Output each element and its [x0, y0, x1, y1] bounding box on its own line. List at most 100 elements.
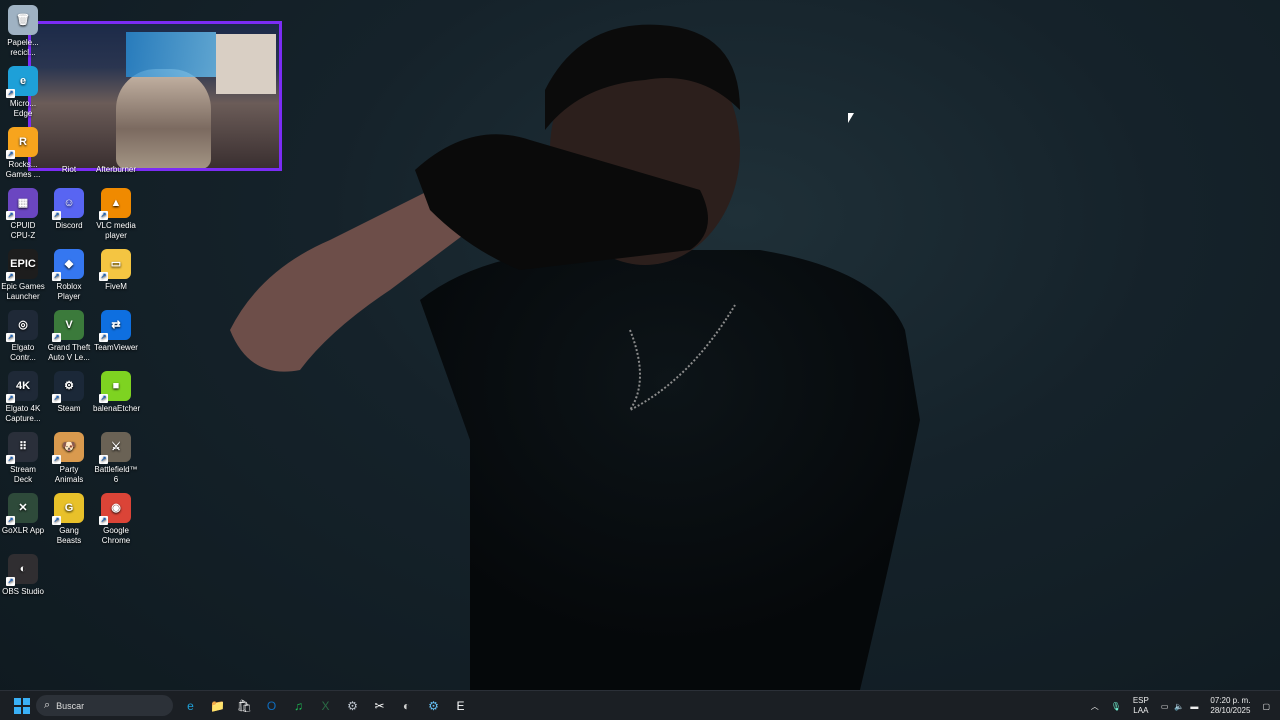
desktop-icon-label: Elgato Contr... — [10, 343, 36, 362]
chrome-icon: ◉ ↗ — [99, 493, 131, 525]
desktop-icon-label: Discord — [55, 221, 83, 230]
shortcut-arrow-icon: ↗ — [6, 577, 15, 586]
desktop-icon-cpu[interactable]: ▦ ↗ CPUID CPU-Z — [0, 188, 46, 241]
desktop-icon-roblox[interactable]: ◆ ↗ Roblox Player — [46, 249, 92, 302]
desktop-icon-label: Google Chrome — [101, 526, 131, 545]
desktop-icon-recycle-bin[interactable]: 🗑 Papele... recicl... — [0, 5, 46, 58]
shortcut-arrow-icon: ↗ — [99, 333, 108, 342]
desktop-icon-label: Riot — [61, 165, 77, 174]
shortcut-arrow-icon: ↗ — [6, 272, 15, 281]
shortcut-arrow-icon: ↗ — [99, 394, 108, 403]
shortcut-arrow-icon: ↗ — [6, 455, 15, 464]
taskbar-settings-button[interactable]: ⚙ — [342, 695, 364, 717]
shortcut-arrow-icon: ↗ — [6, 333, 15, 342]
keyboard-layout: LAA — [1133, 706, 1149, 715]
desktop-icon-stream-deck[interactable]: ⠿ ↗ Stream Deck — [0, 432, 46, 485]
desktop-icon-label: OBS Studio — [2, 587, 44, 596]
language-code: ESP — [1132, 696, 1149, 705]
desktop-icon-label: GoXLR App — [1, 526, 45, 535]
start-button[interactable] — [11, 695, 33, 717]
outlook-icon: O — [266, 699, 277, 713]
edge-icon: e ↗ — [6, 66, 38, 98]
desktop-icon-label: Battlefield™ 6 — [94, 465, 138, 484]
desktop-icon-chrome[interactable]: ◉ ↗ Google Chrome — [93, 493, 139, 546]
shortcut-arrow-icon: ↗ — [6, 211, 15, 220]
desktop-icon-battlefield[interactable]: ⚔ ↗ Battlefield™ 6 — [93, 432, 139, 485]
shortcut-arrow-icon: ↗ — [52, 211, 61, 220]
desktop-icon-edge[interactable]: e ↗ Micro... Edge — [0, 66, 46, 119]
excel-icon: X — [321, 699, 330, 713]
desktop-icon-label: Afterburner — [95, 165, 137, 174]
taskbar-excel-button[interactable]: X — [315, 695, 337, 717]
shortcut-arrow-icon: ↗ — [99, 272, 108, 281]
obs-icon: ◐ ↗ — [6, 554, 38, 586]
show-hidden-icons-icon[interactable]: ︿ — [1091, 701, 1099, 712]
webcam-overlay — [28, 21, 282, 171]
clock[interactable]: 07:20 p. m. 28/10/2025 — [1210, 696, 1250, 716]
desktop-icon-gta[interactable]: V ↗ Grand Theft Auto V Le... — [46, 310, 92, 363]
folder-icon: ▭ ↗ — [99, 249, 131, 281]
shortcut-arrow-icon: ↗ — [52, 394, 61, 403]
language-indicator[interactable]: ESP LAA — [1133, 696, 1149, 716]
desktop-icon-gang-beasts[interactable]: G ↗ Gang Beasts — [46, 493, 92, 546]
taskbar-outlook-button[interactable]: O — [261, 695, 283, 717]
desktop-icon-vlc[interactable]: ▲ ↗ VLC media player — [93, 188, 139, 241]
volume-icon[interactable]: 🔈 — [1174, 702, 1184, 711]
desktop-icon-label: Stream Deck — [10, 465, 36, 484]
taskbar-steam-button[interactable]: ⚙ — [423, 695, 445, 717]
desktop-icon-steam[interactable]: ⚙ ↗ Steam — [46, 371, 92, 414]
shortcut-arrow-icon: ↗ — [6, 394, 15, 403]
desktop-icon-cube[interactable]: ■ ↗ balenaEtcher — [93, 371, 141, 414]
desktop-icon-obs[interactable]: ◐ ↗ OBS Studio — [0, 554, 46, 597]
epic-icon: E — [456, 699, 465, 713]
taskbar-obs-button[interactable]: ◐ — [396, 695, 418, 717]
desktop-icon-label: CPUID CPU-Z — [10, 221, 36, 240]
taskbar-search-box[interactable]: ⌕ Buscar — [36, 695, 173, 716]
desktop-icon-label: Steam — [57, 404, 81, 413]
goxlr-icon: ✕ ↗ — [6, 493, 38, 525]
taskbar-epic-button[interactable]: E — [450, 695, 472, 717]
webcam-person — [116, 69, 211, 168]
desktop-icon-elgato[interactable]: ◎ ↗ Elgato Contr... — [0, 310, 46, 363]
elgato-icon: ◎ ↗ — [6, 310, 38, 342]
shortcut-arrow-icon: ↗ — [6, 89, 15, 98]
desktop-icon-label: balenaEtcher — [93, 404, 141, 413]
desktop-icon-rockstar[interactable]: R ↗ Rocks... Games ... — [0, 127, 46, 180]
desktop-icon-folder[interactable]: ▭ ↗ FiveM — [93, 249, 139, 292]
taskbar-file-explorer-button[interactable]: 📁 — [207, 695, 229, 717]
shortcut-arrow-icon: ↗ — [52, 455, 61, 464]
desktop-icon-epic[interactable]: EPIC ↗ Epic Games Launcher — [0, 249, 46, 302]
desktop-icon-teamviewer[interactable]: ⇄ ↗ TeamViewer — [93, 310, 139, 353]
4k-icon: 4K ↗ — [6, 371, 38, 403]
desktop-icon-label: Micro... Edge — [9, 99, 37, 118]
taskbar-edge-button[interactable]: e — [180, 695, 202, 717]
desktop-icon-label: FiveM — [105, 282, 127, 291]
desktop-icon-riot[interactable]: Riot — [46, 165, 92, 175]
desktop-icon-afterburner[interactable]: Afterburner — [93, 165, 139, 175]
shortcut-arrow-icon: ↗ — [99, 455, 108, 464]
taskbar-store-button[interactable]: 🛍 — [234, 695, 256, 717]
desktop-icon-4k[interactable]: 4K ↗ Elgato 4K Capture... — [0, 371, 46, 424]
battery-icon[interactable]: ▬ — [1190, 702, 1198, 711]
network-icon[interactable]: ▭ — [1161, 702, 1169, 711]
taskbar-spotify-button[interactable]: ♫ — [288, 695, 310, 717]
desktop-icon-goxlr[interactable]: ✕ ↗ GoXLR App — [0, 493, 46, 536]
taskbar-capcut-button[interactable]: ✂ — [369, 695, 391, 717]
shortcut-arrow-icon: ↗ — [52, 516, 61, 525]
notifications-icon[interactable]: ▢ — [1262, 702, 1270, 711]
desktop-icon-label: TeamViewer — [94, 343, 138, 352]
battlefield-icon: ⚔ ↗ — [99, 432, 131, 464]
edge-icon: e — [187, 699, 194, 713]
gang-beasts-icon: G ↗ — [52, 493, 84, 525]
microphone-icon[interactable]: 🎙 — [1111, 702, 1121, 711]
desktop-icon-corgi[interactable]: 🐶 ↗ Party Animals — [46, 432, 92, 485]
shortcut-arrow-icon: ↗ — [52, 272, 61, 281]
stream-deck-icon: ⠿ ↗ — [6, 432, 38, 464]
corgi-icon: 🐶 ↗ — [52, 432, 84, 464]
epic-icon: EPIC ↗ — [6, 249, 38, 281]
desktop-icon-label: Elgato 4K Capture... — [5, 404, 41, 423]
shortcut-arrow-icon: ↗ — [99, 516, 108, 525]
search-placeholder: Buscar — [56, 700, 85, 711]
desktop-icon-discord[interactable]: ☺ ↗ Discord — [46, 188, 92, 231]
settings-icon: ⚙ — [347, 699, 358, 713]
